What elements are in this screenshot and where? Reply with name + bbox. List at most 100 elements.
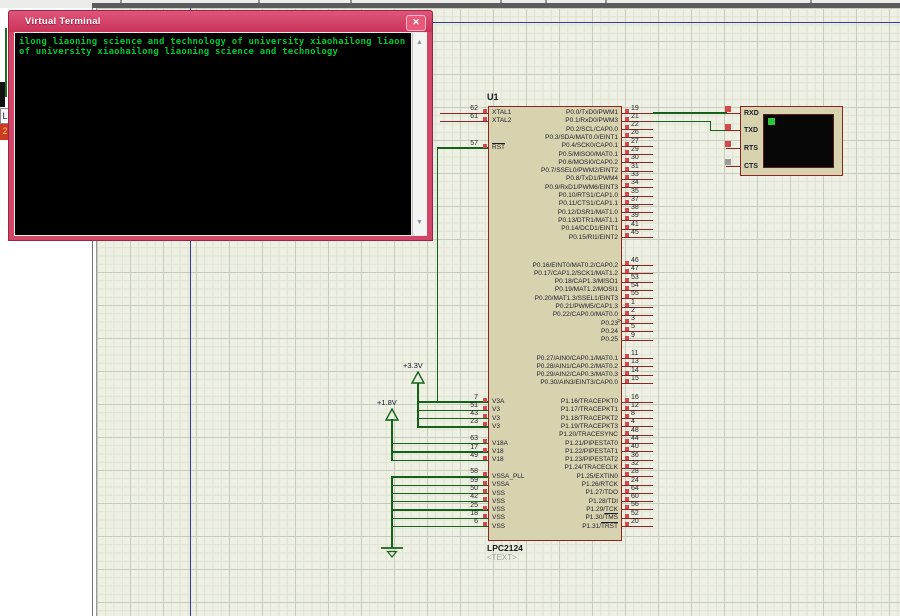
pin-number: 26 [631, 129, 661, 137]
wire-rst-riser[interactable] [437, 147, 438, 402]
wire-v18[interactable] [392, 460, 488, 461]
pin-end-square [625, 192, 629, 196]
pin-number: 2 [631, 307, 661, 315]
pin-name: P0.10/RTS1/CAP1.0 [490, 192, 618, 200]
pin-name: P0.30/AIN3/EINT3/CAP0.0 [490, 379, 618, 387]
pin-name: P1.20/TRACESYNC [490, 431, 618, 439]
pin-end-square [625, 158, 629, 162]
pin-end-square [625, 319, 629, 323]
wire-rxd0-to-txd-h1[interactable] [653, 121, 711, 122]
pin-stub [622, 383, 653, 384]
wire-gnd-bus[interactable] [391, 476, 392, 548]
window-content: ilong liaoning science and technology of… [14, 32, 427, 236]
pin-name: P0.18/CAP1.3/MISO1 [490, 278, 618, 286]
pin-number: 22 [631, 121, 661, 129]
pin-end-square [625, 497, 629, 501]
pin-number: 4 [631, 418, 661, 426]
power-1v8-label: +1.8V [377, 398, 397, 407]
close-button[interactable]: ✕ [406, 15, 426, 31]
pin-number: 24 [631, 477, 661, 485]
pin-stub [440, 121, 488, 122]
pin-name: P1.26/RTCK [490, 481, 618, 489]
wire-rxd0-to-txd-h2[interactable] [710, 130, 727, 131]
scroll-up-icon[interactable]: ▲ [416, 39, 423, 47]
pin-stub [622, 526, 653, 527]
pin-stub [622, 237, 653, 238]
wire-vss[interactable] [392, 526, 488, 527]
terminal-scrollbar[interactable]: ▲ ▼ [412, 33, 427, 235]
terminal-line: ilong liaoning science and technology of… [19, 37, 405, 47]
pin-end-square [625, 354, 629, 358]
pin-number: 52 [631, 510, 661, 518]
pin-end-square [483, 439, 487, 443]
power-3v3-symbol[interactable] [411, 371, 425, 384]
pin-name: P0.29/AIN2/CAP0.3/MAT0.3 [490, 371, 618, 379]
wire-rst[interactable] [437, 147, 488, 148]
pin-end-square [625, 208, 629, 212]
pin-end-square [625, 431, 629, 435]
pin-name: P1.25/EXTIN0 [490, 473, 618, 481]
window-titlebar[interactable]: Virtual Terminal ✕ [9, 11, 432, 32]
pin-end-square [483, 448, 487, 452]
pin-number: 63 [436, 435, 478, 443]
wire-v3[interactable] [418, 426, 488, 427]
pin-number: 57 [436, 140, 478, 148]
pin-name: P0.11/CTS1/CAP1.1 [490, 200, 618, 208]
pin-number: 34 [631, 179, 661, 187]
pin-name: P1.17/TRACEPKT1 [490, 406, 618, 414]
pin-end-square [483, 109, 487, 113]
pin-name: P1.16/TRACEPKT0 [490, 398, 618, 406]
pin-number: 31 [631, 163, 661, 171]
pin-name: P0.27/AIN0/CAP0.1/MAT0.1 [490, 355, 618, 363]
pin-number: 41 [631, 221, 661, 229]
pin-number: 20 [631, 518, 661, 526]
pin-number: 38 [631, 204, 661, 212]
pin-end-square [483, 506, 487, 510]
pin-number: 15 [631, 375, 661, 383]
pin-number: 18 [436, 510, 478, 518]
pin-name: P1.21/PIPESTAT0 [490, 440, 618, 448]
pin-name: P0.0/TxD0/PWM1 [490, 109, 618, 117]
pin-name: P0.6/MOSI0/CAP0.2 [490, 159, 618, 167]
pin-end-square [625, 422, 629, 426]
terminal-line: of university xiaohailong liaoning scien… [19, 47, 338, 57]
pin-name: P0.8/TxD1/PWM4 [490, 175, 618, 183]
pin-end-square [483, 456, 487, 460]
pin-end-square [483, 514, 487, 518]
pin-end-square [625, 200, 629, 204]
background-wire-fragment [5, 28, 7, 97]
pin-number: 17 [436, 444, 478, 452]
terminal-cursor-block [768, 118, 775, 125]
pin-name: P0.22/CAP0.0/MAT0.0 [490, 311, 618, 319]
pin-number: 33 [631, 171, 661, 179]
pin-name: P1.28/TDI [490, 498, 618, 506]
pin-number: 46 [631, 257, 661, 265]
pin-name: P1.29/TCK [490, 506, 618, 514]
pin-end-square [625, 505, 629, 509]
pin-number: 28 [631, 468, 661, 476]
pin-number: 39 [631, 212, 661, 220]
wire-1v8-bus[interactable] [391, 419, 392, 461]
pin-name: P1.24/TRACECLK [490, 464, 618, 472]
terminal-output-area: ilong liaoning science and technology of… [15, 33, 411, 235]
vt-pin-label-txd: TXD [744, 127, 758, 135]
pin-end-square [625, 379, 629, 383]
pin-end-square [625, 175, 629, 179]
ground-symbol[interactable] [378, 545, 406, 560]
pin-end-square [625, 311, 629, 315]
pin-end-square [625, 233, 629, 237]
power-1v8-symbol[interactable] [385, 408, 399, 421]
pin-number: 27 [631, 138, 661, 146]
pin-end-square [483, 422, 487, 426]
wire-3v3-bus[interactable] [417, 383, 418, 428]
background-icon-fragment [0, 82, 5, 107]
pin-stub [726, 148, 740, 149]
scroll-down-icon[interactable]: ▼ [416, 219, 423, 227]
pin-name: P0.15/RI1/EINT2 [490, 234, 618, 242]
wire-txd0-to-rxd[interactable] [653, 112, 727, 113]
pin-number: 16 [631, 394, 661, 402]
pin-number: 21 [631, 113, 661, 121]
pin-end-square [625, 286, 629, 290]
pin-number: 6 [436, 518, 478, 526]
pin-end-square [725, 124, 731, 130]
